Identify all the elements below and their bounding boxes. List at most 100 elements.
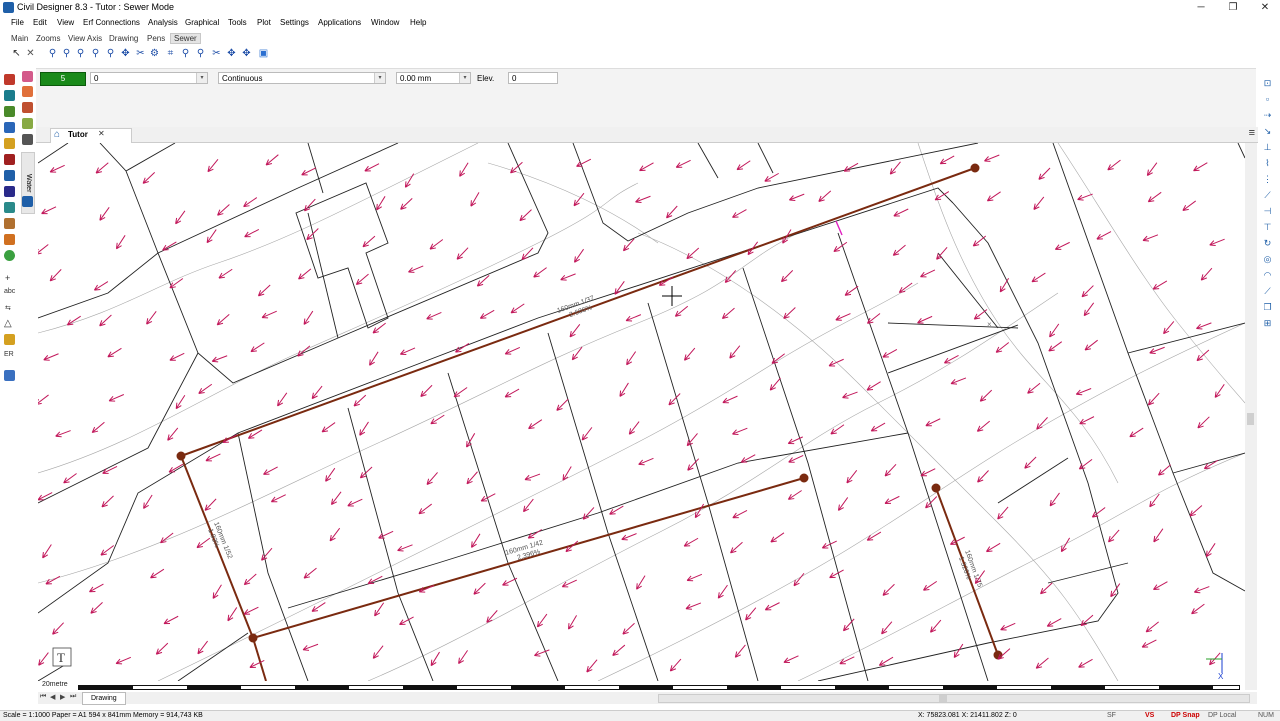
chevron-down-icon[interactable]: ▾	[374, 73, 385, 83]
chevron-down-icon[interactable]: ▾	[459, 73, 470, 83]
pipe-edit-icon[interactable]: ⚲	[104, 47, 117, 60]
terrain-icon[interactable]	[22, 102, 33, 113]
er-icon[interactable]: ER	[4, 351, 14, 358]
copy-icon[interactable]: ❐	[1262, 302, 1273, 313]
pipe-icon[interactable]	[4, 170, 15, 181]
layout-icon[interactable]	[4, 138, 15, 149]
plus-icon[interactable]: +	[5, 273, 10, 283]
pan-icon[interactable]: ✥	[240, 47, 253, 60]
triangle-icon[interactable]: △	[4, 318, 12, 329]
node-icon[interactable]	[4, 186, 15, 197]
info-icon[interactable]	[22, 196, 33, 207]
manhole-node[interactable]	[799, 473, 809, 483]
trim-icon[interactable]: ✂	[134, 47, 147, 60]
vertical-scroll-thumb[interactable]	[1247, 413, 1254, 425]
menu-erf-connections[interactable]: Erf Connections	[83, 18, 140, 27]
status-vs[interactable]: VS	[1145, 712, 1154, 719]
snap-tangent-icon[interactable]: ⟋	[1262, 190, 1273, 201]
close-button[interactable]: ✕	[1250, 0, 1280, 16]
contour-icon[interactable]	[22, 118, 33, 129]
lineweight-field[interactable]: 0.00 mm ▾	[396, 72, 471, 84]
restore-button[interactable]: ❐	[1218, 0, 1248, 16]
grid-icon[interactable]: ⌗	[164, 47, 177, 60]
sewer-pipes[interactable]	[176, 163, 1003, 682]
menu-applications[interactable]: Applications	[318, 18, 361, 27]
tab-view-axis[interactable]: View Axis	[68, 34, 102, 43]
menu-file[interactable]: File	[11, 18, 24, 27]
hatch-icon[interactable]	[4, 334, 15, 345]
minimize-button[interactable]: ─	[1186, 0, 1216, 16]
menu-window[interactable]: Window	[371, 18, 399, 27]
menu-graphical[interactable]: Graphical	[185, 18, 219, 27]
menu-analysis[interactable]: Analysis	[148, 18, 178, 27]
settings-gear-icon[interactable]: ⚙	[148, 47, 161, 60]
status-dp-snap[interactable]: DP Snap	[1171, 712, 1200, 719]
window-icon[interactable]	[4, 370, 15, 381]
snap-box-icon[interactable]: ▫	[1262, 94, 1273, 105]
tab-pens[interactable]: Pens	[147, 34, 165, 43]
abc-text-icon[interactable]: abc	[4, 288, 15, 295]
move-node-icon[interactable]: ✥	[225, 47, 238, 60]
survey-icon[interactable]	[4, 122, 15, 133]
drawing-canvas[interactable]: 160mm 1/372.686% 160mm 1/422.396% 160mm …	[38, 143, 1245, 681]
menu-settings[interactable]: Settings	[280, 18, 309, 27]
check-icon[interactable]	[4, 250, 15, 261]
rotate-icon[interactable]: ↻	[1262, 238, 1273, 249]
node-add-icon[interactable]: ⚲	[46, 47, 59, 60]
manhole-node[interactable]	[176, 451, 186, 461]
tab-menu-icon[interactable]: ≡	[1249, 127, 1255, 139]
snap-line-icon[interactable]: ⇢	[1262, 110, 1273, 121]
snap-grid-icon[interactable]: ⋮	[1262, 174, 1273, 185]
tab-main[interactable]: Main	[11, 34, 28, 43]
menu-help[interactable]: Help	[410, 18, 426, 27]
diagonal-icon[interactable]: ⟋	[1262, 286, 1273, 297]
profile-icon[interactable]	[4, 218, 15, 229]
status-num[interactable]: NUM	[1258, 712, 1274, 719]
vertical-scrollbar[interactable]	[1245, 143, 1257, 690]
sheet-nav-prev-icon[interactable]: ◀	[50, 693, 55, 701]
snap-end-icon[interactable]: ⊡	[1262, 78, 1273, 89]
snap-node-icon[interactable]: ⊥	[1262, 142, 1273, 153]
split-icon[interactable]: ✂	[210, 47, 223, 60]
sheet-tab-drawing[interactable]: Drawing	[82, 692, 126, 705]
snap-mid-icon[interactable]: ⌇	[1262, 158, 1273, 169]
layer-field[interactable]: 0 ▾	[90, 72, 208, 84]
snap-perp-icon[interactable]: ↘	[1262, 126, 1273, 137]
manhole-icon[interactable]	[4, 202, 15, 213]
manhole-node[interactable]	[970, 163, 980, 173]
menu-view[interactable]: View	[57, 18, 74, 27]
chevron-down-icon[interactable]: ▾	[196, 73, 207, 83]
horizontal-scroll-thumb[interactable]	[939, 695, 947, 702]
disconnect-icon[interactable]: ⚲	[194, 47, 207, 60]
manhole-node[interactable]	[931, 483, 941, 493]
cancel-select-icon[interactable]: ✕	[24, 47, 37, 60]
status-dp-local[interactable]: DP Local	[1208, 712, 1236, 719]
horizontal-scrollbar[interactable]	[658, 694, 1250, 703]
sewer-network-icon[interactable]	[4, 154, 15, 165]
node-move-icon[interactable]: ⚲	[74, 47, 87, 60]
tab-tutor[interactable]	[50, 128, 132, 143]
stormwater-icon[interactable]	[22, 86, 33, 97]
snap-quad-icon[interactable]: ⊣	[1262, 206, 1273, 217]
node-delete-icon[interactable]: ⚲	[89, 47, 102, 60]
close-tab-icon[interactable]: ✕	[98, 129, 105, 138]
sheet-nav-last-icon[interactable]: ⏭	[70, 693, 76, 701]
sheet-nav-first-icon[interactable]: ⏮	[40, 693, 46, 701]
move-icon[interactable]: ✥	[119, 47, 132, 60]
plot-icon[interactable]	[22, 134, 33, 145]
sewer-pipe-5[interactable]	[252, 637, 267, 681]
manhole-node[interactable]	[248, 633, 258, 643]
color-selector[interactable]: 5	[40, 72, 86, 86]
select-arrow-icon[interactable]: ↖	[10, 47, 23, 60]
linetype-field[interactable]: Continuous ▾	[218, 72, 386, 84]
water-mode-icon[interactable]	[4, 90, 15, 101]
menu-plot[interactable]: Plot	[257, 18, 271, 27]
layer-icon[interactable]: ▣	[257, 47, 270, 60]
node-insert-icon[interactable]: ⚲	[60, 47, 73, 60]
connect-icon[interactable]: ⚲	[179, 47, 192, 60]
status-sf[interactable]: SF	[1107, 712, 1116, 719]
arc-icon[interactable]: ◠	[1262, 270, 1273, 281]
sheet-nav-next-icon[interactable]: ▶	[60, 693, 65, 701]
roads-icon[interactable]	[4, 106, 15, 117]
tab-zooms[interactable]: Zooms	[36, 34, 60, 43]
